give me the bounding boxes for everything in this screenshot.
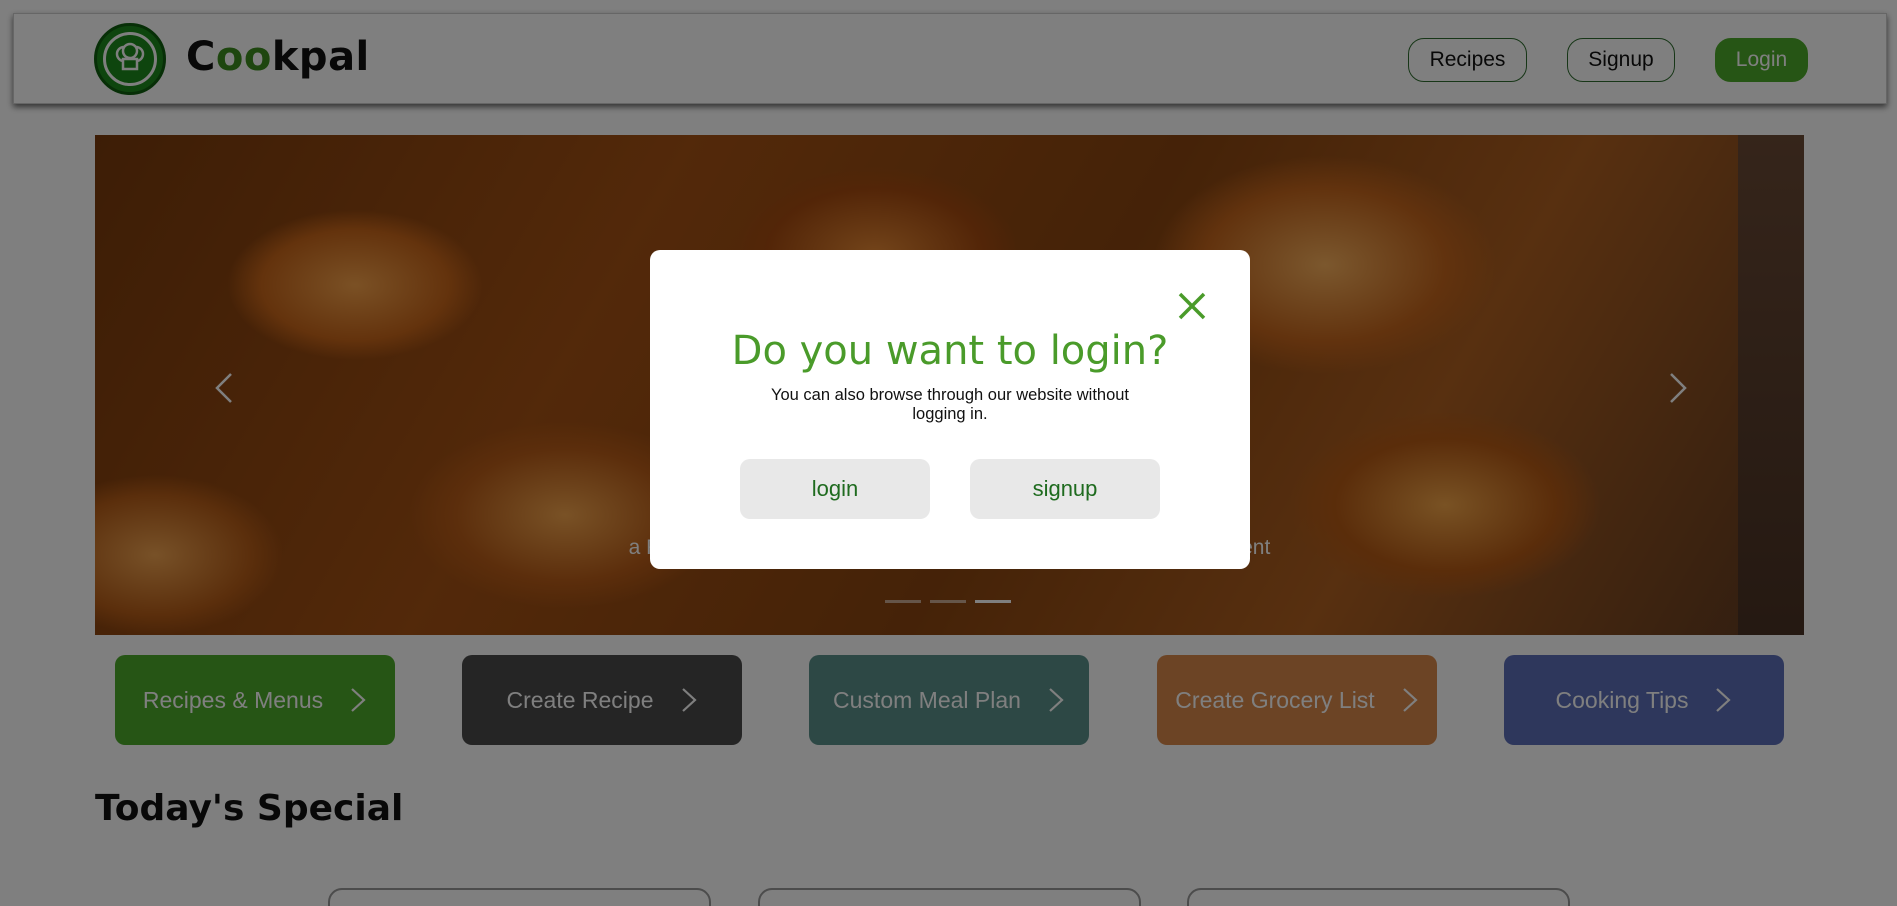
modal-subtitle: You can also browse through our website … [770, 386, 1130, 423]
login-modal: Do you want to login? You can also brows… [650, 250, 1250, 569]
modal-login-button[interactable]: login [740, 459, 930, 519]
close-icon[interactable] [1176, 290, 1208, 322]
modal-signup-button[interactable]: signup [970, 459, 1160, 519]
modal-title: Do you want to login? [731, 328, 1169, 374]
